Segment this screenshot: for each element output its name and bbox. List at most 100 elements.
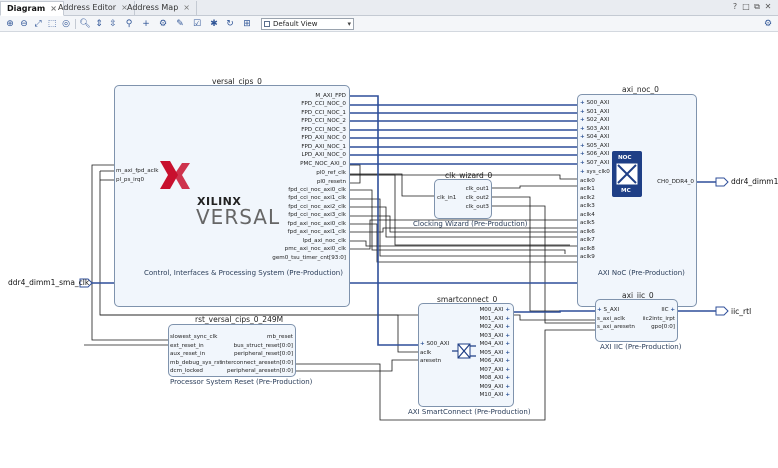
noc-pin-s03-axi[interactable]: + S03_AXI [580, 126, 609, 133]
noc-pin-s04-axi[interactable]: + S04_AXI [580, 134, 609, 141]
noc-pin-aclk3[interactable]: aclk3 [580, 203, 595, 210]
noc-pin-aclk8[interactable]: aclk8 [580, 246, 595, 253]
cips-pin-gem0-tsu-timer-cnt[interactable]: gem0_tsu_timer_cnt[93:0] [230, 255, 346, 262]
noc-pin-s05-axi[interactable]: + S05_AXI [580, 143, 609, 150]
port-ddr4-dimm1[interactable]: ddr4_dimm1 [731, 177, 778, 186]
rst-pin-peripheral-reset[interactable]: peripheral_reset[0:0] [214, 351, 293, 358]
close-window-icon[interactable]: ✕ [763, 2, 773, 11]
cips-pin-fpd-cci-noc-axi3-clk[interactable]: fpd_cci_noc_axi3_clk [250, 212, 346, 219]
center-icon[interactable]: ◎ [60, 18, 72, 30]
sc-pin-m01-axi[interactable]: M01_AXI + [468, 316, 510, 323]
diagram-canvas[interactable]: versal_cips_0 Control, Interfaces & Proc… [0, 33, 778, 468]
noc-pin-s07-axi[interactable]: + S07_AXI [580, 160, 609, 167]
noc-pin-aclk2[interactable]: aclk2 [580, 195, 595, 202]
cips-pin-m-axi-fpd-aclk[interactable]: m_axi_fpd_aclk [116, 168, 159, 175]
expand-icon[interactable]: ⇕ [93, 18, 105, 30]
sc-pin-m09-axi[interactable]: M09_AXI + [468, 384, 510, 391]
rst-pin-slowest-sync-clk[interactable]: slowest_sync_clk [170, 334, 217, 341]
sc-pin-m10-axi[interactable]: M10_AXI + [468, 392, 510, 399]
sc-pin-aclk[interactable]: aclk [420, 350, 431, 357]
cips-pin-pmc-noc-axi-0[interactable]: PMC_NOC_AXI_0 [250, 161, 346, 168]
sc-pin-aresetn[interactable]: aresetn [420, 358, 441, 365]
output-port-arrow[interactable] [715, 306, 729, 316]
sc-pin-m00-axi[interactable]: M00_AXI + [468, 307, 510, 314]
sc-pin-m05-axi[interactable]: M05_AXI + [468, 350, 510, 357]
noc-pin-ch0-ddr4-0[interactable]: CH0_DDR4_0 [642, 179, 694, 186]
noc-pin-s06-axi[interactable]: + S06_AXI [580, 151, 609, 158]
zoom-out-icon[interactable]: ⊖ [18, 18, 30, 30]
iic-pin-s-axi[interactable]: + S_AXI [597, 307, 619, 314]
rst-pin-dcm-locked[interactable]: dcm_locked [170, 368, 203, 375]
validate-icon[interactable]: ☑ [191, 18, 203, 30]
clk-pin-clk-out2[interactable]: clk_out2 [455, 195, 489, 202]
cips-pin-fpd-axi-noc-axi0-clk[interactable]: fpd_axi_noc_axi0_clk [250, 221, 346, 228]
cips-pin-fpd-cci-noc-axi2-clk[interactable]: fpd_cci_noc_axi2_clk [250, 204, 346, 211]
wrench-icon[interactable]: ⚙ [157, 18, 169, 30]
rst-pin-mb-reset[interactable]: mb_reset [214, 334, 293, 341]
cips-pin-fpd-axi-noc-0[interactable]: FPD_AXI_NOC_0 [250, 135, 346, 142]
pin-icon[interactable]: ⚲ [123, 18, 135, 30]
clk-pin-clk-out1[interactable]: clk_out1 [455, 186, 489, 193]
search-icon[interactable]: 🔍︎ [79, 18, 91, 30]
float-icon[interactable]: ⧉ [752, 2, 762, 12]
iic-pin-iic2intc-irpt[interactable]: iic2intc_irpt [630, 316, 675, 323]
tab-address-map[interactable]: Address Map × [121, 1, 197, 16]
collapse-icon[interactable]: ⇳ [107, 18, 119, 30]
noc-pin-aclk4[interactable]: aclk4 [580, 212, 595, 219]
zoom-area-icon[interactable]: ⬚ [46, 18, 58, 30]
iic-pin-iic[interactable]: IIC + [630, 307, 675, 314]
noc-pin-aclk9[interactable]: aclk9 [580, 254, 595, 261]
port-iic-rtl[interactable]: iic_rtl [731, 307, 751, 316]
rst-pin-ext-reset-in[interactable]: ext_reset_in [170, 343, 204, 350]
noc-pin-aclk1[interactable]: aclk1 [580, 186, 595, 193]
cips-pin-pl-ps-irq0[interactable]: pl_ps_irq0 [116, 177, 144, 184]
cips-pin-fpd-cci-noc-2[interactable]: FPD_CCI_NOC_2 [250, 118, 346, 125]
noc-pin-sys-clk0[interactable]: + sys_clk0 [580, 169, 610, 176]
zoom-in-icon[interactable]: ⊕ [4, 18, 16, 30]
refresh-icon[interactable]: ↻ [224, 18, 236, 30]
cips-pin-lpd-axi-noc-0[interactable]: LPD_AXI_NOC_0 [250, 152, 346, 159]
sc-pin-m02-axi[interactable]: M02_AXI + [468, 324, 510, 331]
gear-icon[interactable]: ⚙ [762, 18, 774, 30]
sc-pin-m08-axi[interactable]: M08_AXI + [468, 375, 510, 382]
sc-pin-m04-axi[interactable]: M04_AXI + [468, 341, 510, 348]
noc-pin-aclk7[interactable]: aclk7 [580, 237, 595, 244]
minimize-icon[interactable]: □ [741, 2, 751, 11]
zoom-fit-icon[interactable]: ⤢ [32, 18, 44, 30]
cips-pin-fpd-cci-noc-1[interactable]: FPD_CCI_NOC_1 [250, 110, 346, 117]
regenerate-layout-icon[interactable]: ⊞ [241, 18, 253, 30]
iic-pin-gpo[interactable]: gpo[0:0] [630, 324, 675, 331]
cips-pin-fpd-cci-noc-0[interactable]: FPD_CCI_NOC_0 [250, 101, 346, 108]
close-icon[interactable]: × [183, 3, 190, 12]
cips-pin-pl0-resetn[interactable]: pl0_resetn [250, 179, 346, 186]
output-port-arrow[interactable] [715, 177, 729, 187]
rst-pin-bus-struct-reset[interactable]: bus_struct_reset[0:0] [214, 343, 293, 350]
port-ddr4-dimm1-sma-clk[interactable]: ddr4_dimm1_sma_clk [8, 278, 89, 287]
cips-pin-m-axi-fpd[interactable]: M_AXI_FPD [250, 93, 346, 100]
rst-pin-peripheral-aresetn[interactable]: peripheral_aresetn[0:0] [214, 368, 293, 375]
noc-pin-s01-axi[interactable]: + S01_AXI [580, 109, 609, 116]
add-ip-icon[interactable]: + [140, 18, 152, 30]
sc-pin-m06-axi[interactable]: M06_AXI + [468, 358, 510, 365]
autoconnect-icon[interactable]: ✱ [208, 18, 220, 30]
view-select[interactable]: Default View ▾ [261, 18, 354, 30]
clk-pin-clk-in1[interactable]: clk_in1 [437, 195, 456, 202]
sc-pin-s00-axi[interactable]: + S00_AXI [420, 341, 449, 348]
sc-pin-m03-axi[interactable]: M03_AXI + [468, 333, 510, 340]
noc-pin-s02-axi[interactable]: + S02_AXI [580, 117, 609, 124]
cips-pin-fpd-axi-noc-1[interactable]: FPD_AXI_NOC_1 [250, 144, 346, 151]
noc-pin-aclk5[interactable]: aclk5 [580, 220, 595, 227]
cips-pin-fpd-cci-noc-axi1-clk[interactable]: fpd_cci_noc_axi1_clk [250, 195, 346, 202]
cips-pin-fpd-cci-noc-3[interactable]: FPD_CCI_NOC_3 [250, 127, 346, 134]
iic-pin-s-axi-aclk[interactable]: s_axi_aclk [597, 316, 625, 323]
noc-pin-aclk6[interactable]: aclk6 [580, 229, 595, 236]
tools-icon[interactable]: ✎ [174, 18, 186, 30]
clk-pin-clk-out3[interactable]: clk_out3 [455, 204, 489, 211]
cips-pin-fpd-axi-noc-axi1-clk[interactable]: fpd_axi_noc_axi1_clk [250, 229, 346, 236]
cips-pin-lpd-axi-noc-clk[interactable]: lpd_axi_noc_clk [250, 238, 346, 245]
cips-pin-fpd-cci-noc-axi0-clk[interactable]: fpd_cci_noc_axi0_clk [250, 187, 346, 194]
noc-pin-s00-axi[interactable]: + S00_AXI [580, 100, 609, 107]
sc-pin-m07-axi[interactable]: M07_AXI + [468, 367, 510, 374]
rst-pin-interconnect-aresetn[interactable]: interconnect_aresetn[0:0] [204, 360, 293, 367]
help-icon[interactable]: ? [730, 2, 740, 11]
